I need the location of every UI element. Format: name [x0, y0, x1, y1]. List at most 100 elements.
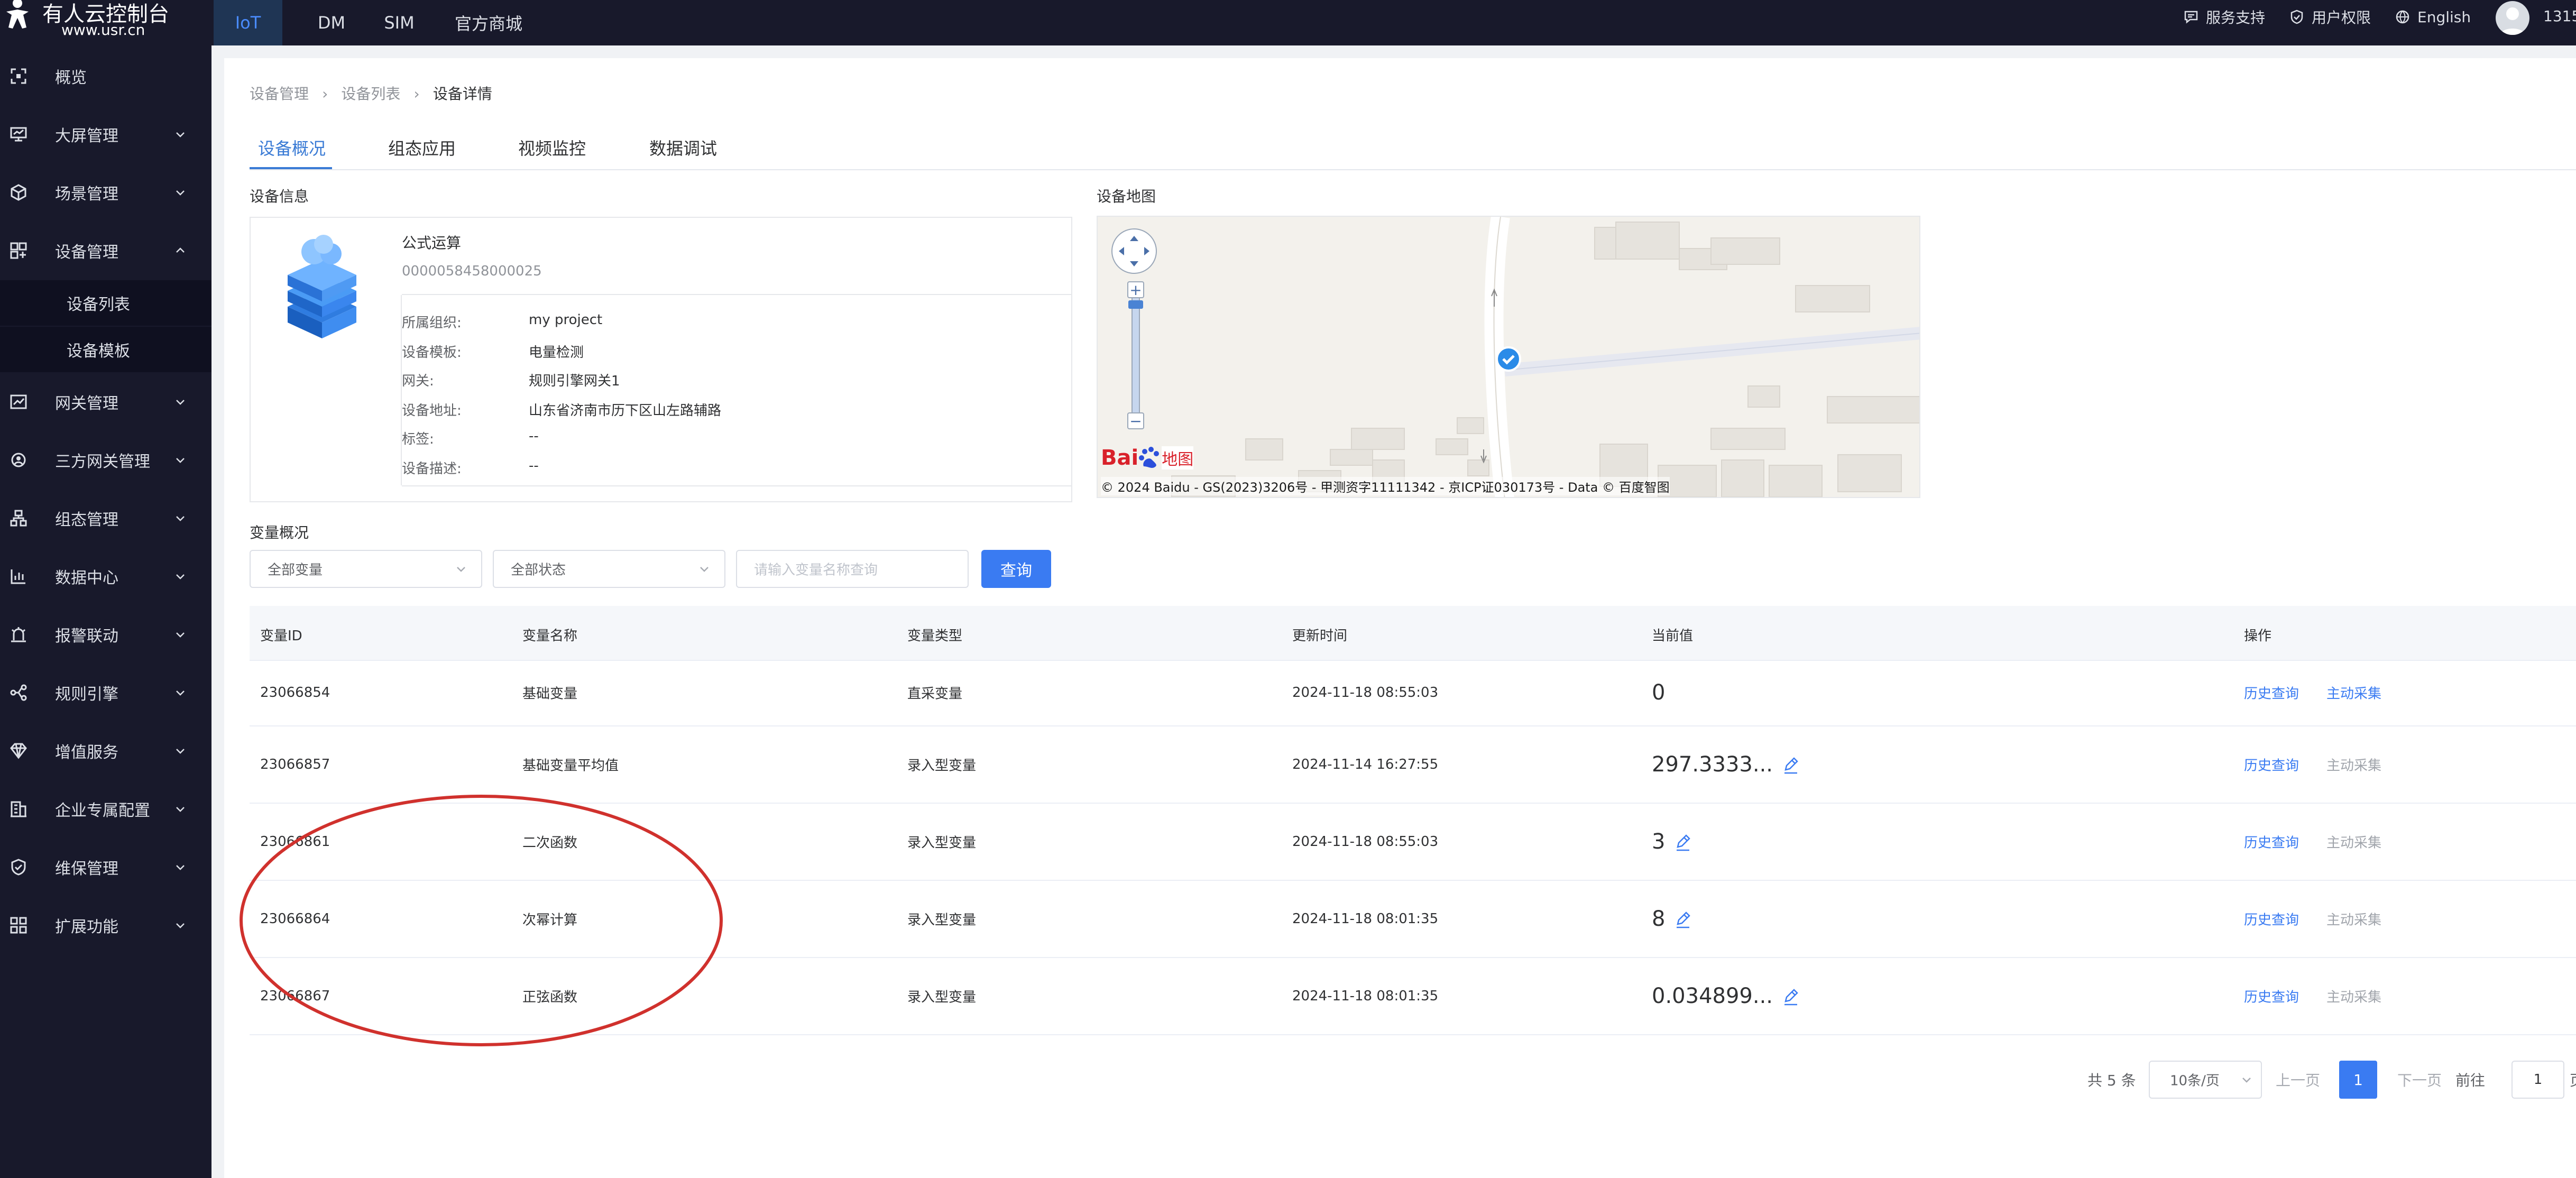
avatar[interactable] — [2496, 1, 2529, 35]
table-header — [250, 606, 2576, 660]
map-zoom-out-button[interactable]: − — [1127, 412, 1144, 430]
status-filter-select[interactable]: 全部状态 — [493, 550, 725, 588]
page-number-current[interactable]: 1 — [2339, 1061, 2377, 1099]
diamond-icon — [10, 743, 27, 759]
cell-current-value: 0.034899... — [1652, 984, 1799, 1008]
sidebar-item-label: 设备管理 — [55, 243, 118, 262]
active-collect-link[interactable]: 主动采集 — [2326, 683, 2381, 703]
next-page-button[interactable]: 下一页 — [2397, 1069, 2442, 1090]
variable-search-input[interactable]: 请输入变量名称查询 — [736, 550, 969, 588]
tab-video-monitoring[interactable]: 视频监控 — [518, 135, 586, 160]
sidebar-subitem-device-list[interactable]: 设备列表 — [0, 280, 211, 326]
map-pan-control[interactable] — [1110, 227, 1158, 275]
sidebar-subitem-device-template[interactable]: 设备模板 — [0, 327, 211, 372]
sidebar-item-rule-engine[interactable]: 规则引擎 — [0, 671, 211, 714]
history-query-link[interactable]: 历史查询 — [2244, 755, 2299, 775]
history-query-link[interactable]: 历史查询 — [2244, 832, 2299, 852]
brand-logo[interactable]: 有人云控制台 www.usr.cn — [0, 0, 211, 45]
sidebar-item-value-added[interactable]: 增值服务 — [0, 730, 211, 772]
field-label-address: 设备地址: — [402, 403, 462, 419]
variable-filter-select[interactable]: 全部变量 — [250, 550, 482, 588]
breadcrumb-item[interactable]: 设备管理 — [250, 85, 309, 103]
history-query-link[interactable]: 历史查询 — [2244, 987, 2299, 1006]
sidebar-item-third-party-gateways[interactable]: 三方网关管理 — [0, 439, 211, 481]
goto-suffix: 页 — [2570, 1069, 2576, 1090]
current-value-text: 3 — [1652, 830, 1666, 854]
support-link[interactable]: 服务支持 — [2184, 0, 2265, 34]
cell-updated-time: 2024-11-18 08:01:35 — [1292, 988, 1439, 1004]
tab-configuration-app[interactable]: 组态应用 — [388, 135, 456, 160]
breadcrumb-separator: › — [413, 85, 420, 103]
sidebar-item-configuration[interactable]: 组态管理 — [0, 497, 211, 539]
account-name[interactable]: 1315 — [2543, 7, 2576, 25]
prev-page-button[interactable]: 上一页 — [2276, 1069, 2320, 1090]
field-label-template: 设备模板: — [402, 345, 462, 361]
sidebar-item-alarms[interactable]: 报警联动 — [0, 613, 211, 656]
goto-prefix: 前往 — [2455, 1072, 2486, 1089]
info-divider — [402, 294, 1071, 295]
row-divider — [250, 660, 2576, 661]
map-zoom-in-button[interactable]: + — [1127, 281, 1144, 299]
sidebar-item-label: 报警联动 — [55, 627, 118, 646]
sidebar-item-data-center[interactable]: 数据中心 — [0, 555, 211, 597]
active-collect-link-disabled: 主动采集 — [2326, 835, 2382, 851]
baidu-logo-text: Bai — [1101, 446, 1139, 470]
sidebar-item-label: 扩展功能 — [55, 918, 118, 936]
edit-pencil-icon[interactable] — [1782, 757, 1799, 774]
sidebar-item-screens[interactable]: 大屏管理 — [0, 113, 211, 155]
device-icon — [10, 242, 27, 259]
language-label: English — [2417, 8, 2471, 26]
chevron-down-icon — [700, 567, 709, 572]
sidebar-item-enterprise-config[interactable]: 企业专属配置 — [0, 788, 211, 830]
query-button[interactable]: 查询 — [981, 550, 1051, 588]
sidebar-item-maintenance[interactable]: 维保管理 — [0, 846, 211, 888]
language-switch[interactable]: English — [2395, 0, 2471, 34]
alarm-icon — [11, 627, 26, 642]
globe-icon — [2396, 10, 2409, 24]
tab-device-overview[interactable]: 设备概况 — [258, 135, 326, 160]
page-size-select[interactable]: 10条/页 — [2149, 1061, 2262, 1099]
field-value-gateway: 规则引擎网关1 — [529, 373, 620, 389]
sidebar-item-extensions[interactable]: 扩展功能 — [0, 904, 211, 946]
cell-variable-type: 录入型变量 — [907, 989, 977, 1006]
permissions-link[interactable]: 用户权限 — [2289, 0, 2371, 34]
edit-pencil-icon[interactable] — [1782, 989, 1799, 1006]
sidebar-item-overview[interactable]: 概览 — [0, 55, 211, 97]
sidebar-item-label: 概览 — [55, 69, 87, 87]
top-tab-sim[interactable]: SIM — [365, 0, 434, 45]
cell-variable-type: 直采变量 — [907, 686, 963, 702]
map-marker-icon[interactable] — [1495, 346, 1522, 372]
sidebar-item-label: 维保管理 — [55, 860, 118, 878]
tab-data-debug[interactable]: 数据调试 — [649, 135, 717, 160]
brand-url: www.usr.cn — [61, 21, 145, 39]
top-tab-dm[interactable]: DM — [297, 0, 366, 45]
cell-current-value: 297.3333... — [1652, 752, 1799, 777]
goto-page-input[interactable]: 1 — [2511, 1061, 2564, 1099]
page-size-value: 10条/页 — [2170, 1073, 2220, 1089]
history-query-link[interactable]: 历史查询 — [2244, 683, 2299, 703]
sidebar-item-devices[interactable]: 设备管理 — [0, 229, 211, 272]
device-info-card: 公式运算 0000058458000025 所属组织: my project 设… — [250, 217, 1072, 502]
current-value-text: 297.3333... — [1652, 752, 1773, 777]
edit-pencil-icon[interactable] — [1675, 834, 1691, 851]
breadcrumb-item[interactable]: 设备列表 — [341, 85, 400, 103]
sidebar-item-gateways[interactable]: 网关管理 — [0, 381, 211, 423]
chevron-down-icon — [176, 632, 185, 638]
field-value-description: -- — [529, 458, 539, 474]
cell-variable-id: 23066854 — [260, 685, 330, 701]
cell-variable-type: 录入型变量 — [907, 912, 977, 928]
cell-updated-time: 2024-11-14 16:27:55 — [1292, 757, 1439, 772]
sidebar-item-label: 数据中心 — [55, 569, 118, 587]
top-tab-iot[interactable]: IoT — [214, 0, 282, 45]
map-zoom-handle[interactable] — [1128, 300, 1143, 309]
rule-icon — [10, 684, 27, 701]
cube-icon — [11, 184, 26, 201]
cell-current-value: 8 — [1652, 907, 1691, 931]
sidebar-item-scenes[interactable]: 场景管理 — [0, 171, 211, 214]
top-tab-store[interactable]: 官方商城 — [441, 0, 536, 45]
field-value-tags: -- — [529, 428, 539, 444]
device-map[interactable]: + − Bai 地图 © 2024 Baidu - GS(2023)3206号 … — [1097, 216, 1920, 498]
edit-pencil-icon[interactable] — [1675, 912, 1691, 928]
history-query-link[interactable]: 历史查询 — [2244, 909, 2299, 929]
map-zoom-slider[interactable] — [1131, 298, 1140, 420]
